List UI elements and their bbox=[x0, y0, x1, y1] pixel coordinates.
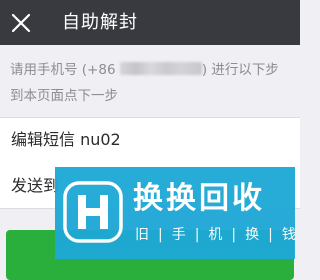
send-to-label: 发送到 bbox=[11, 176, 60, 195]
blurred-phone-number bbox=[119, 62, 202, 75]
title-bar: 自助解封 bbox=[0, 0, 300, 45]
instruction-prefix: 请用手机号 (+86 bbox=[10, 62, 120, 78]
watermark-brand-name: 换换回收 bbox=[133, 181, 265, 216]
instruction-text: 请用手机号 (+86 ) 进行以下步 到本页面点下一步 bbox=[10, 57, 300, 109]
edit-sms-row: 编辑短信 nu02 bbox=[0, 117, 300, 165]
close-icon[interactable] bbox=[10, 12, 32, 34]
instruction-line-1: 请用手机号 (+86 ) 进行以下步 bbox=[10, 57, 300, 83]
watermark-slogan: 旧|手|机|换|钱 bbox=[135, 227, 305, 243]
instruction-suffix: ) 进行以下步 bbox=[201, 62, 279, 78]
page-title: 自助解封 bbox=[62, 12, 138, 33]
edit-sms-label: 编辑短信 nu02 bbox=[11, 130, 121, 149]
watermark-banner: 换换回收 旧|手|机|换|钱 bbox=[55, 167, 296, 259]
h-logo-icon bbox=[63, 181, 123, 243]
instruction-line-2: 到本页面点下一步 bbox=[10, 88, 118, 104]
